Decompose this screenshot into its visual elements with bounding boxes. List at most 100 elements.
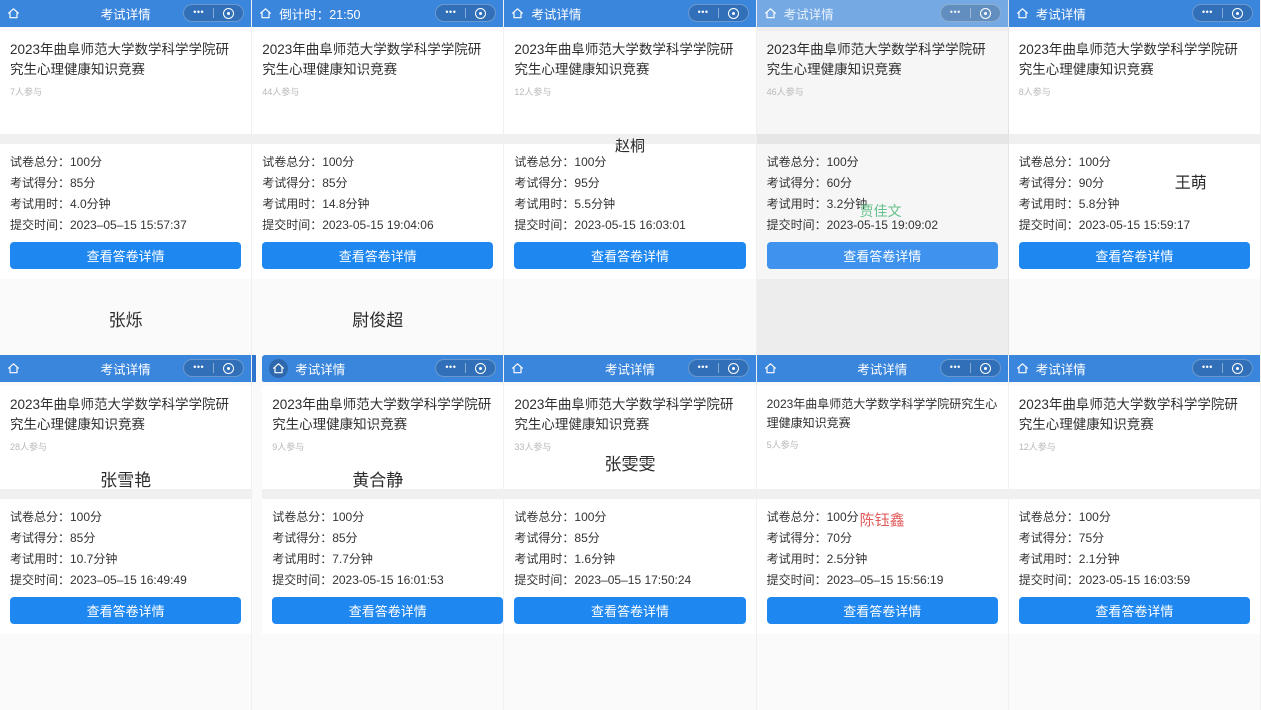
minimize-icon[interactable] — [475, 363, 486, 374]
home-icon[interactable] — [764, 362, 777, 375]
more-icon[interactable]: ••• — [950, 8, 961, 17]
capsule-divider — [970, 8, 971, 18]
participants-count: 44人参与 — [262, 85, 493, 98]
more-icon[interactable]: ••• — [1202, 8, 1213, 17]
home-icon[interactable] — [7, 362, 20, 375]
capsule-divider — [1222, 8, 1223, 18]
student-name-annotation: 张雯雯 — [504, 450, 755, 475]
capsule-divider — [1222, 363, 1223, 373]
wechat-capsule: ••• — [1192, 4, 1253, 22]
exam-title: 2023年曲阜师范大学数学科学学院研究生心理健康知识竞赛 — [10, 395, 241, 435]
capsule-divider — [213, 363, 214, 373]
home-icon[interactable] — [1016, 7, 1029, 20]
minimize-icon[interactable] — [223, 8, 234, 19]
navbar: 考试详情 ••• — [504, 0, 755, 27]
exam-info-rows: 试卷总分：100分考试得分：60分考试用时：3.2分钟提交时间：2023-05-… — [767, 154, 998, 233]
minimize-icon[interactable] — [1232, 8, 1243, 19]
participants-count: 12人参与 — [514, 85, 745, 98]
navbar-title: 考试详情 — [1036, 359, 1086, 378]
info-row: 考试得分：85分 — [10, 530, 241, 546]
info-row: 提交时间：2023–05–15 16:49:49 — [10, 572, 241, 588]
navbar: 考试详情 ••• — [504, 355, 755, 382]
more-icon[interactable]: ••• — [445, 8, 456, 17]
minimize-icon[interactable] — [475, 8, 486, 19]
exam-title-card: 2023年曲阜师范大学数学科学学院研究生心理健康知识竞赛 46人参与 — [757, 31, 1008, 134]
info-row: 提交时间：2023-05-15 16:01:53 — [272, 572, 503, 588]
info-row: 考试得分：60分 — [767, 175, 998, 191]
view-answer-details-button[interactable]: 查看答卷详情 — [10, 242, 241, 269]
home-icon[interactable] — [269, 359, 288, 378]
info-row: 试卷总分：100分 — [262, 154, 493, 170]
more-icon[interactable]: ••• — [445, 363, 456, 372]
capsule-divider — [718, 8, 719, 18]
view-answer-details-button[interactable]: 查看答卷详情 — [514, 597, 745, 624]
view-answer-details-button[interactable]: 查看答卷详情 — [767, 242, 998, 269]
info-row: 提交时间：2023-05-15 16:03:59 — [1019, 572, 1250, 588]
minimize-icon[interactable] — [1232, 363, 1243, 374]
phone-screenshot: 倒计时：21:50 ••• 2023年曲阜师范大学数学科学学院研究生心理健康知识… — [252, 0, 504, 355]
more-icon[interactable]: ••• — [1202, 363, 1213, 372]
navbar-title: 考试详情 — [1036, 4, 1086, 23]
view-answer-details-button[interactable]: 查看答卷详情 — [1019, 242, 1250, 269]
capsule-divider — [718, 363, 719, 373]
info-row: 试卷总分：100分 — [767, 154, 998, 170]
exam-info-rows: 试卷总分：100分考试得分：85分考试用时：14.8分钟提交时间：2023-05… — [262, 154, 493, 233]
view-answer-details-button[interactable]: 查看答卷详情 — [262, 242, 493, 269]
exam-title-card: 2023年曲阜师范大学数学科学学院研究生心理健康知识竞赛 12人参与 — [504, 31, 755, 134]
view-answer-details-button[interactable]: 查看答卷详情 — [767, 597, 998, 624]
minimize-icon[interactable] — [980, 363, 991, 374]
capsule-divider — [970, 363, 971, 373]
info-row: 试卷总分：100分 — [1019, 154, 1250, 170]
participants-count: 9人参与 — [272, 440, 503, 453]
info-row: 考试用时：14.8分钟 — [262, 196, 493, 212]
student-name-annotation: 陈钰鑫 — [860, 509, 905, 530]
view-answer-details-button[interactable]: 查看答卷详情 — [272, 597, 503, 624]
navbar: 考试详情 ••• — [757, 0, 1008, 27]
info-row: 考试用时：2.5分钟 — [767, 551, 998, 567]
more-icon[interactable]: ••• — [698, 8, 709, 17]
exam-title-card: 2023年曲阜师范大学数学科学学院研究生心理健康知识竞赛 44人参与 — [252, 31, 503, 134]
more-icon[interactable]: ••• — [193, 8, 204, 17]
home-icon[interactable] — [259, 7, 272, 20]
minimize-icon[interactable] — [980, 8, 991, 19]
info-row: 提交时间：2023–05–15 17:50:24 — [514, 572, 745, 588]
home-icon[interactable] — [511, 362, 524, 375]
exam-title-card: 2023年曲阜师范大学数学科学学院研究生心理健康知识竞赛 7人参与 — [0, 31, 251, 134]
info-row: 试卷总分：100分 — [1019, 509, 1250, 525]
home-icon[interactable] — [1016, 362, 1029, 375]
phone-screenshot: 考试详情 ••• 2023年曲阜师范大学数学科学学院研究生心理健康知识竞赛 12… — [1009, 355, 1261, 710]
exam-info-card: 试卷总分：100分考试得分：85分考试用时：4.0分钟提交时间：2023–05–… — [0, 134, 251, 279]
minimize-icon[interactable] — [728, 363, 739, 374]
exam-info-card: 试卷总分：100分考试得分：85分考试用时：10.7分钟提交时间：2023–05… — [0, 489, 251, 634]
student-name-annotation: 尉俊超 — [252, 306, 503, 331]
home-icon[interactable] — [7, 7, 20, 20]
phone-screenshot: 考试详情 ••• 2023年曲阜师范大学数学科学学院研究生心理健康知识竞赛 28… — [0, 355, 252, 710]
exam-title: 2023年曲阜师范大学数学科学学院研究生心理健康知识竞赛 — [767, 40, 998, 80]
home-icon[interactable] — [764, 7, 777, 20]
home-icon[interactable] — [511, 7, 524, 20]
exam-title: 2023年曲阜师范大学数学科学学院研究生心理健康知识竞赛 — [272, 395, 503, 435]
info-row: 考试用时：2.1分钟 — [1019, 551, 1250, 567]
more-icon[interactable]: ••• — [950, 363, 961, 372]
view-answer-details-button[interactable]: 查看答卷详情 — [514, 242, 745, 269]
info-row: 试卷总分：100分 — [272, 509, 503, 525]
info-row: 考试用时：1.6分钟 — [514, 551, 745, 567]
info-row: 提交时间：2023–05–15 15:56:19 — [767, 572, 998, 588]
minimize-icon[interactable] — [728, 8, 739, 19]
exam-info-rows: 试卷总分：100分考试得分：85分考试用时：1.6分钟提交时间：2023–05–… — [514, 509, 745, 588]
info-row: 提交时间：2023-05-15 15:59:17 — [1019, 217, 1250, 233]
more-icon[interactable]: ••• — [698, 363, 709, 372]
more-icon[interactable]: ••• — [193, 363, 204, 372]
navbar: 考试详情 ••• — [262, 355, 503, 382]
exam-title: 2023年曲阜师范大学数学科学学院研究生心理健康知识竞赛 — [767, 395, 998, 433]
wechat-capsule: ••• — [940, 359, 1001, 377]
exam-info-rows: 试卷总分：100分考试得分：90分考试用时：5.8分钟提交时间：2023-05-… — [1019, 154, 1250, 233]
view-answer-details-button[interactable]: 查看答卷详情 — [10, 597, 241, 624]
phone-screenshot: 考试详情 ••• 2023年曲阜师范大学数学科学学院研究生心理健康知识竞赛 12… — [504, 0, 756, 355]
wechat-capsule: ••• — [183, 359, 244, 377]
info-row: 考试得分：85分 — [262, 175, 493, 191]
phone-screenshot: 考试详情 ••• 2023年曲阜师范大学数学科学学院研究生心理健康知识竞赛 9人… — [252, 355, 504, 710]
wechat-capsule: ••• — [1192, 359, 1253, 377]
view-answer-details-button[interactable]: 查看答卷详情 — [1019, 597, 1250, 624]
minimize-icon[interactable] — [223, 363, 234, 374]
